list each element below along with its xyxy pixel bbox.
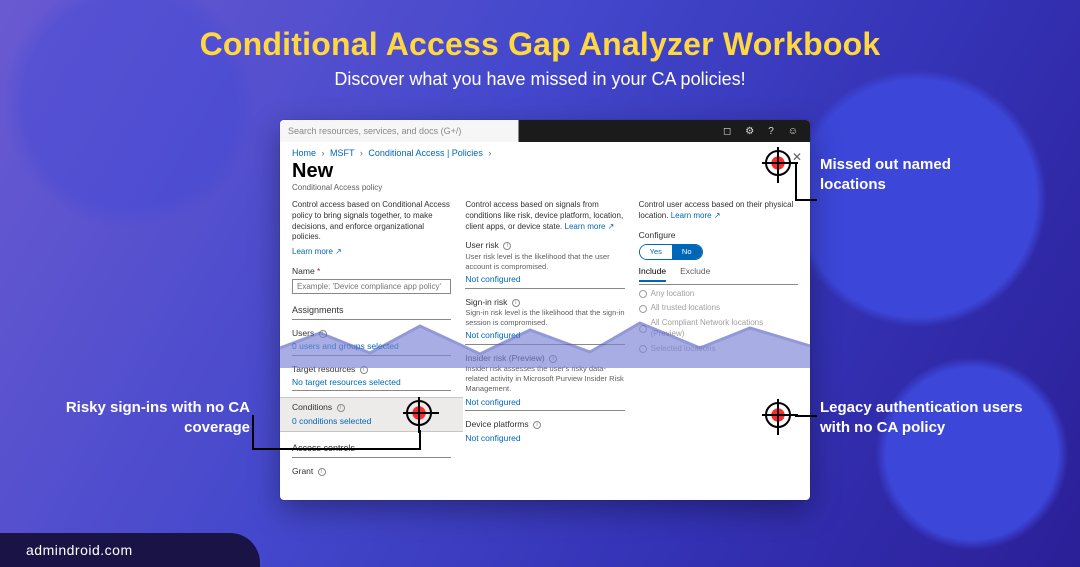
users-value-link[interactable]: 0 users and groups selected (292, 341, 451, 352)
help-icon[interactable]: ? (768, 126, 774, 137)
leader-line (795, 415, 817, 417)
policy-name-input[interactable] (292, 279, 451, 294)
col3-description: Control user access based on their physi… (639, 200, 798, 222)
configure-label: Configure (639, 230, 798, 241)
crumb-msft[interactable]: MSFT (330, 148, 354, 158)
col1-description: Control access based on Conditional Acce… (292, 200, 451, 243)
col2-description: Control access based on signals from con… (465, 200, 624, 232)
radio-trusted-locations[interactable]: All trusted locations (639, 303, 798, 314)
grant-label: Grant (292, 466, 451, 477)
leader-line (252, 448, 421, 450)
name-label: Name (292, 266, 451, 277)
footer-brand: admindroid.com (0, 533, 260, 567)
toggle-no[interactable]: No (672, 245, 702, 259)
info-icon[interactable] (360, 366, 368, 374)
column-locations: Control user access based on their physi… (639, 200, 798, 477)
insider-risk-value[interactable]: Not configured (465, 397, 624, 408)
crumb-home[interactable]: Home (292, 148, 316, 158)
tab-exclude[interactable]: Exclude (680, 266, 710, 281)
device-platforms-label: Device platforms (465, 419, 624, 430)
target-resources-label: Target resources (292, 364, 451, 375)
column-assignments: Control access based on Conditional Acce… (292, 200, 451, 477)
portal-topbar: Search resources, services, and docs (G+… (280, 120, 810, 142)
conditions-row[interactable]: Conditions 0 conditions selected (280, 397, 463, 432)
toggle-yes[interactable]: Yes (640, 245, 672, 259)
signin-risk-label: Sign-in risk (465, 297, 624, 308)
hero-title: Conditional Access Gap Analyzer Workbook (0, 26, 1080, 63)
device-platforms-value[interactable]: Not configured (465, 433, 624, 444)
insider-risk-desc: Insider risk assesses the user's risky d… (465, 364, 624, 394)
info-icon[interactable] (337, 404, 345, 412)
signin-risk-desc: Sign-in risk level is the likelihood tha… (465, 308, 624, 328)
page-title: New (280, 160, 810, 183)
breadcrumb: Home › MSFT › Conditional Access | Polic… (280, 142, 810, 160)
users-label: Users (292, 328, 451, 339)
signin-risk-value[interactable]: Not configured (465, 330, 624, 341)
radio-selected-locations[interactable]: Selected locations (639, 344, 798, 355)
assignments-heading: Assignments (292, 304, 451, 316)
callout-legacy-auth: Legacy authentication users with no CA p… (820, 398, 1030, 437)
tab-include[interactable]: Include (639, 266, 666, 281)
topbar-icon-tray: ◻ ⚙ ? ☺ (507, 126, 810, 137)
configure-toggle[interactable]: Yes No (639, 244, 703, 260)
learn-more-link[interactable]: Learn more (671, 211, 712, 220)
learn-more-link[interactable]: Learn more (565, 222, 606, 231)
callout-named-locations: Missed out named locations (820, 155, 1020, 194)
feedback-icon[interactable]: ☺ (788, 126, 798, 137)
hero-subtitle: Discover what you have missed in your CA… (0, 69, 1080, 90)
user-risk-value[interactable]: Not configured (465, 274, 624, 285)
info-icon[interactable] (319, 330, 327, 338)
learn-more-link[interactable]: Learn more (292, 247, 333, 256)
leader-line (252, 415, 254, 450)
leader-line (419, 430, 421, 450)
info-icon[interactable] (503, 242, 511, 250)
info-icon[interactable] (533, 421, 541, 429)
notifications-icon[interactable]: ◻ (723, 126, 731, 137)
info-icon[interactable] (318, 468, 326, 476)
azure-policy-panel: Search resources, services, and docs (G+… (280, 120, 810, 500)
user-risk-label: User risk (465, 240, 624, 251)
global-search-input[interactable]: Search resources, services, and docs (G+… (288, 126, 507, 136)
target-resources-link[interactable]: No target resources selected (292, 377, 451, 388)
info-icon[interactable] (512, 299, 520, 307)
crumb-ca-policies[interactable]: Conditional Access | Policies (368, 148, 482, 158)
leader-line (795, 163, 797, 199)
conditions-value-link[interactable]: 0 conditions selected (292, 416, 451, 427)
leader-line (795, 199, 817, 201)
page-subtitle: Conditional Access policy (280, 183, 810, 200)
insider-risk-label: Insider risk (Preview) (465, 353, 624, 364)
close-icon[interactable]: ✕ (792, 150, 802, 164)
user-risk-desc: User risk level is the likelihood that t… (465, 252, 624, 272)
callout-risky-signins: Risky sign-ins with no CA coverage (60, 398, 250, 437)
radio-compliant-network[interactable]: All Compliant Network locations (Preview… (639, 318, 798, 340)
radio-any-location[interactable]: Any location (639, 289, 798, 300)
column-conditions: Control access based on signals from con… (465, 200, 624, 477)
info-icon[interactable] (549, 355, 557, 363)
settings-gear-icon[interactable]: ⚙ (745, 126, 754, 137)
